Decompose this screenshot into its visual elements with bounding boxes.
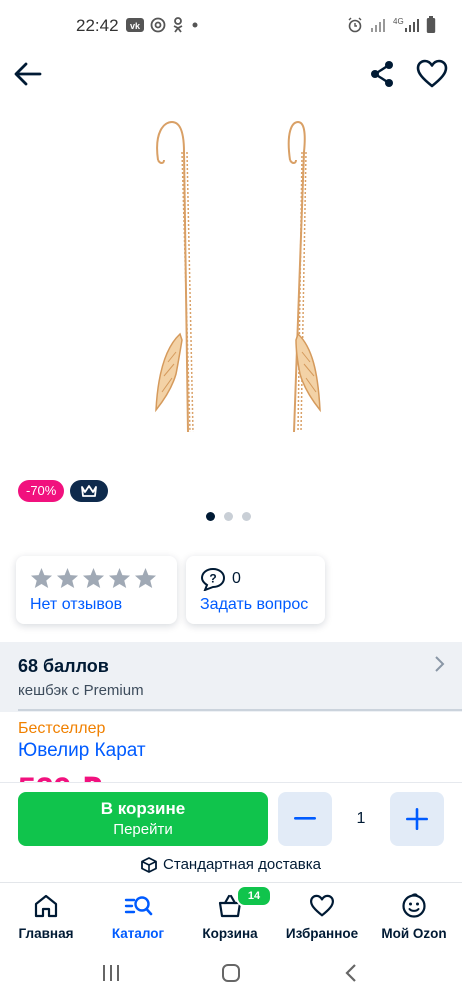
status-time: 22:42 [76,16,119,35]
alarm-icon [348,17,362,33]
vk-icon: vk [126,18,144,32]
tab-label: Избранное [285,926,359,941]
tab-cart[interactable]: 14 Корзина [184,885,276,941]
box-icon [141,856,157,873]
gallery-dot-2[interactable] [224,512,233,521]
tab-favorites[interactable]: Избранное [276,891,368,941]
tab-my-ozon[interactable]: Мой Ozon [368,891,460,941]
gallery-dot-1[interactable] [206,512,215,521]
quantity-value: 1 [356,810,366,827]
go-to-cart-button[interactable]: В корзине Перейти [18,792,268,846]
notification-icons: vk [126,17,200,33]
heart-icon [310,894,334,917]
question-bubble-icon: ? [200,567,226,591]
tab-label: Каталог [111,926,165,941]
tab-catalog[interactable]: Каталог [92,891,184,941]
minus-icon [294,817,316,820]
arrow-left-icon [14,62,42,86]
gallery-dots [206,512,251,521]
home-circle-icon [222,964,240,982]
tab-label: Мой Ozon [381,926,447,941]
share-button[interactable] [364,56,400,92]
star-icon [108,567,131,589]
cart-count-badge: 14 [236,885,272,907]
system-navigation-bar [0,944,462,1000]
back-button[interactable] [10,56,46,92]
question-count-row: ? 0 [200,567,241,591]
heart-icon [416,59,448,88]
bestseller-tag: Бестселлер [18,720,106,737]
quantity-increase-button[interactable] [390,792,444,846]
smiley-icon [402,893,426,918]
bottom-tab-bar: Главная Каталог 14 Корзина Избранное Мой… [0,882,462,944]
quantity-decrease-button[interactable] [278,792,332,846]
divider [18,709,462,711]
reviews-card[interactable]: Нет отзывов [16,556,177,624]
gallery-dot-3[interactable] [242,512,251,521]
star-icon [30,567,53,589]
delivery-label: Стандартная доставка [163,856,321,873]
dot-icon [192,22,198,28]
top-nav [0,52,462,96]
svg-text:vk: vk [130,21,141,31]
tab-label: Корзина [202,926,258,941]
share-icon [371,61,393,87]
left-wing [155,332,183,413]
cart-button-title: В корзине [100,799,186,818]
recent-apps-button[interactable] [96,962,126,984]
catalog-search-icon [124,896,153,916]
delivery-info[interactable]: Стандартная доставка [0,856,462,873]
question-card[interactable]: ? 0 Задать вопрос [186,556,325,624]
recent-apps-icon [103,965,119,981]
cashback-points: 68 баллов [18,656,109,676]
rating-stars [30,567,157,589]
back-system-button[interactable] [336,962,366,984]
buy-bar: В корзине Перейти 1 Стандартная доставка [0,782,462,882]
cashback-banner[interactable]: 68 баллов кешбэк с Premium [0,642,462,712]
svg-text:?: ? [209,572,216,586]
crown-icon [81,485,98,497]
earrings-image [155,120,321,433]
network-label: 4G [393,17,404,26]
product-image[interactable] [120,112,340,442]
ask-question-link[interactable]: Задать вопрос [200,596,308,614]
home-icon [34,894,58,918]
brand-link[interactable]: Ювелир Карат [18,740,146,762]
tab-home[interactable]: Главная [0,891,92,941]
star-icon [56,567,79,589]
chevron-left-icon [345,964,356,982]
no-reviews-link[interactable]: Нет отзывов [30,596,122,614]
4g-signal-icon: 4G [393,17,419,32]
star-icon [82,567,105,589]
product-badges: -70% [18,480,109,502]
home-system-button[interactable] [216,962,246,984]
chevron-right-icon [435,656,445,672]
at-icon [150,17,166,33]
star-icon [134,567,157,589]
plus-icon [406,808,428,830]
system-icons: 4G [347,16,436,34]
cart-button-subtitle: Перейти [113,821,173,838]
right-wing [295,332,321,413]
tab-label: Главная [18,926,74,941]
battery-icon [426,16,436,33]
question-count: 0 [232,570,241,587]
ok-icon [173,17,183,33]
premium-badge [70,480,109,502]
favorite-button[interactable] [414,56,450,92]
cashback-subtitle: кешбэк с Premium [18,682,144,699]
status-bar: 22:42 vk 4G [0,0,462,52]
discount-badge: -70% [18,480,65,502]
signal-icon [371,19,385,32]
